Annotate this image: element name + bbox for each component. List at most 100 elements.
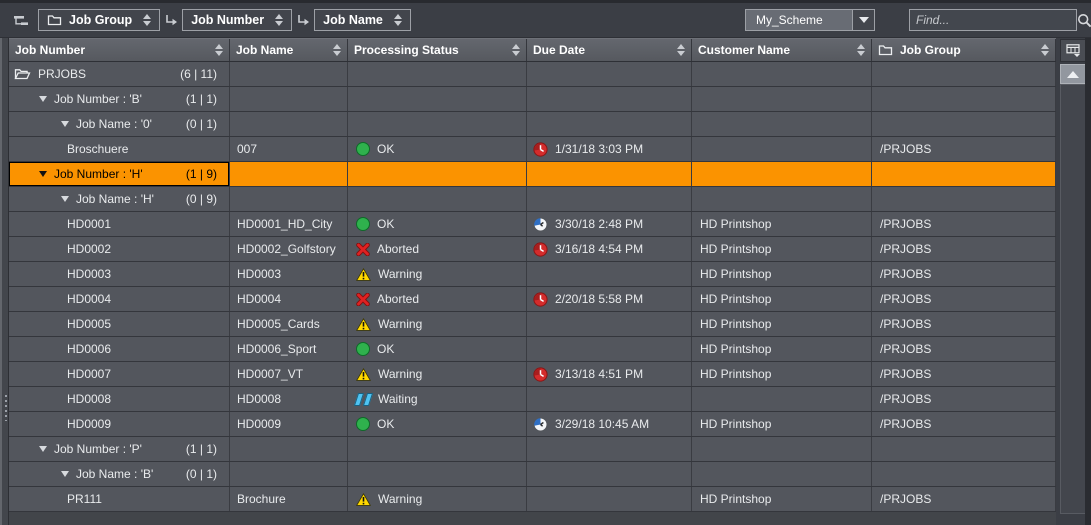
job-row[interactable]: HD0005HD0005_CardsWarningHD Printshop/PR… (9, 312, 1056, 337)
cell (692, 462, 872, 486)
status-label: Aborted (377, 242, 419, 256)
cell: HD Printshop (692, 237, 872, 261)
cell: Job Name : '0'(0 | 1) (9, 112, 230, 136)
chevron-down-icon[interactable] (852, 10, 874, 30)
job-group-text: /PRJOBS (880, 392, 931, 406)
job-number-text: HD0005 (67, 317, 111, 331)
job-name-text: HD0004 (237, 292, 281, 306)
cell: /PRJOBS (872, 137, 1056, 161)
status-waiting-icon (356, 393, 371, 406)
grouping-toolbar: Job Group Job Number Job Name My_Scheme (0, 0, 1091, 38)
cell: PR111 (9, 487, 230, 511)
scroll-up-button[interactable] (1060, 64, 1086, 84)
group-by-job-group-button[interactable]: Job Group (38, 9, 160, 31)
cell: Warning (348, 487, 527, 511)
cell: /PRJOBS (872, 262, 1056, 286)
status-label: Aborted (377, 292, 419, 306)
job-row[interactable]: HD0001HD0001_HD_CityOK3/30/18 2:48 PMHD … (9, 212, 1056, 237)
cell (527, 462, 692, 486)
column-header-job-number[interactable]: Job Number (9, 39, 230, 61)
folder-icon (47, 14, 62, 26)
cell: HD Printshop (692, 412, 872, 436)
job-number-text: HD0004 (67, 292, 111, 306)
job-row[interactable]: HD0003HD0003WarningHD Printshop/PRJOBS (9, 262, 1056, 287)
grouper-label: Job Number (191, 13, 264, 27)
expander-icon[interactable] (39, 446, 47, 452)
status-warning-icon (356, 318, 371, 331)
root-group-row[interactable]: PRJOBS(6 | 11) (9, 62, 1056, 87)
group-row[interactable]: Job Name : 'B'(0 | 1) (9, 462, 1056, 487)
job-row[interactable]: HD0004HD0004Aborted2/20/18 5:58 PMHD Pri… (9, 287, 1056, 312)
expander-icon[interactable] (39, 96, 47, 102)
cell: /PRJOBS (872, 362, 1056, 386)
scheme-dropdown[interactable]: My_Scheme (745, 9, 875, 31)
sort-arrows-icon (215, 44, 223, 56)
find-input[interactable] (910, 13, 1077, 27)
sort-toggle-icon (143, 14, 151, 26)
status-label: Warning (378, 492, 422, 506)
job-row[interactable]: HD0008HD0008Waiting/PRJOBS (9, 387, 1056, 412)
group-label: Job Name : '0' (76, 117, 152, 131)
cell: HD0002_Golfstory (230, 237, 348, 261)
customer-name-text: HD Printshop (700, 317, 771, 331)
group-label: Job Name : 'B' (76, 467, 153, 481)
job-number-text: HD0008 (67, 392, 111, 406)
table-body: PRJOBS(6 | 11)Job Number : 'B'(1 | 1)Job… (9, 62, 1056, 512)
group-by-job-number-button[interactable]: Job Number (182, 9, 292, 31)
cell (527, 187, 692, 211)
cell: OK (348, 137, 527, 161)
cell (527, 487, 692, 511)
cell: 3/13/18 4:51 PM (527, 362, 692, 386)
cell (872, 462, 1056, 486)
splitter-handle[interactable] (4, 395, 8, 421)
group-row[interactable]: Job Number : 'H'(1 | 9) (9, 162, 1056, 187)
group-row[interactable]: Job Name : 'H'(0 | 9) (9, 187, 1056, 212)
group-row[interactable]: Job Number : 'P'(1 | 1) (9, 437, 1056, 462)
group-row[interactable]: Job Number : 'B'(1 | 1) (9, 87, 1056, 112)
cell: HD0005 (9, 312, 230, 336)
job-number-text: PR111 (67, 492, 102, 506)
cell: Broschuere (9, 137, 230, 161)
expander-icon[interactable] (61, 196, 69, 202)
cell: Job Name : 'B'(0 | 1) (9, 462, 230, 486)
job-group-text: /PRJOBS (880, 367, 931, 381)
status-label: OK (377, 217, 394, 231)
column-header-label: Due Date (533, 43, 585, 57)
job-row[interactable]: Broschuere007OK1/31/18 3:03 PM/PRJOBS (9, 137, 1056, 162)
customer-name-text: HD Printshop (700, 292, 771, 306)
cell: /PRJOBS (872, 387, 1056, 411)
cell (692, 187, 872, 211)
overdue-clock-icon (533, 242, 548, 257)
job-row[interactable]: HD0007HD0007_VTWarning3/13/18 4:51 PMHD … (9, 362, 1056, 387)
expander-icon[interactable] (39, 171, 47, 177)
cell: HD0007 (9, 362, 230, 386)
column-header-due-date[interactable]: Due Date (527, 39, 692, 61)
column-header-label: Job Number (15, 43, 85, 57)
group-count: (0 | 9) (186, 192, 229, 206)
group-row[interactable]: Job Name : '0'(0 | 1) (9, 112, 1056, 137)
customer-name-text: HD Printshop (700, 267, 771, 281)
group-count: (1 | 1) (186, 442, 229, 456)
scrollbar-track[interactable] (1060, 84, 1086, 514)
cell: HD0003 (230, 262, 348, 286)
job-row[interactable]: HD0009HD0009OK3/29/18 10:45 AMHD Printsh… (9, 412, 1056, 437)
column-header-customer-name[interactable]: Customer Name (692, 39, 872, 61)
cell: Aborted (348, 287, 527, 311)
column-header-processing-status[interactable]: Processing Status (348, 39, 527, 61)
cell: 3/30/18 2:48 PM (527, 212, 692, 236)
cell (230, 162, 348, 186)
job-row[interactable]: HD0006HD0006_SportOKHD Printshop/PRJOBS (9, 337, 1056, 362)
group-by-job-name-button[interactable]: Job Name (314, 9, 411, 31)
job-row[interactable]: PR111BrochureWarningHD Printshop/PRJOBS (9, 487, 1056, 512)
job-row[interactable]: HD0002HD0002_GolfstoryAborted3/16/18 4:5… (9, 237, 1056, 262)
column-header-job-group[interactable]: Job Group (872, 39, 1056, 61)
collapse-tree-icon[interactable] (10, 11, 30, 29)
column-chooser-button[interactable] (1060, 39, 1086, 62)
job-group-text: /PRJOBS (880, 342, 931, 356)
expander-icon[interactable] (61, 471, 69, 477)
column-header-label: Job Group (900, 43, 961, 57)
column-header-job-name[interactable]: Job Name (230, 39, 348, 61)
cell (348, 462, 527, 486)
expander-icon[interactable] (61, 121, 69, 127)
job-number-text: HD0001 (67, 217, 111, 231)
